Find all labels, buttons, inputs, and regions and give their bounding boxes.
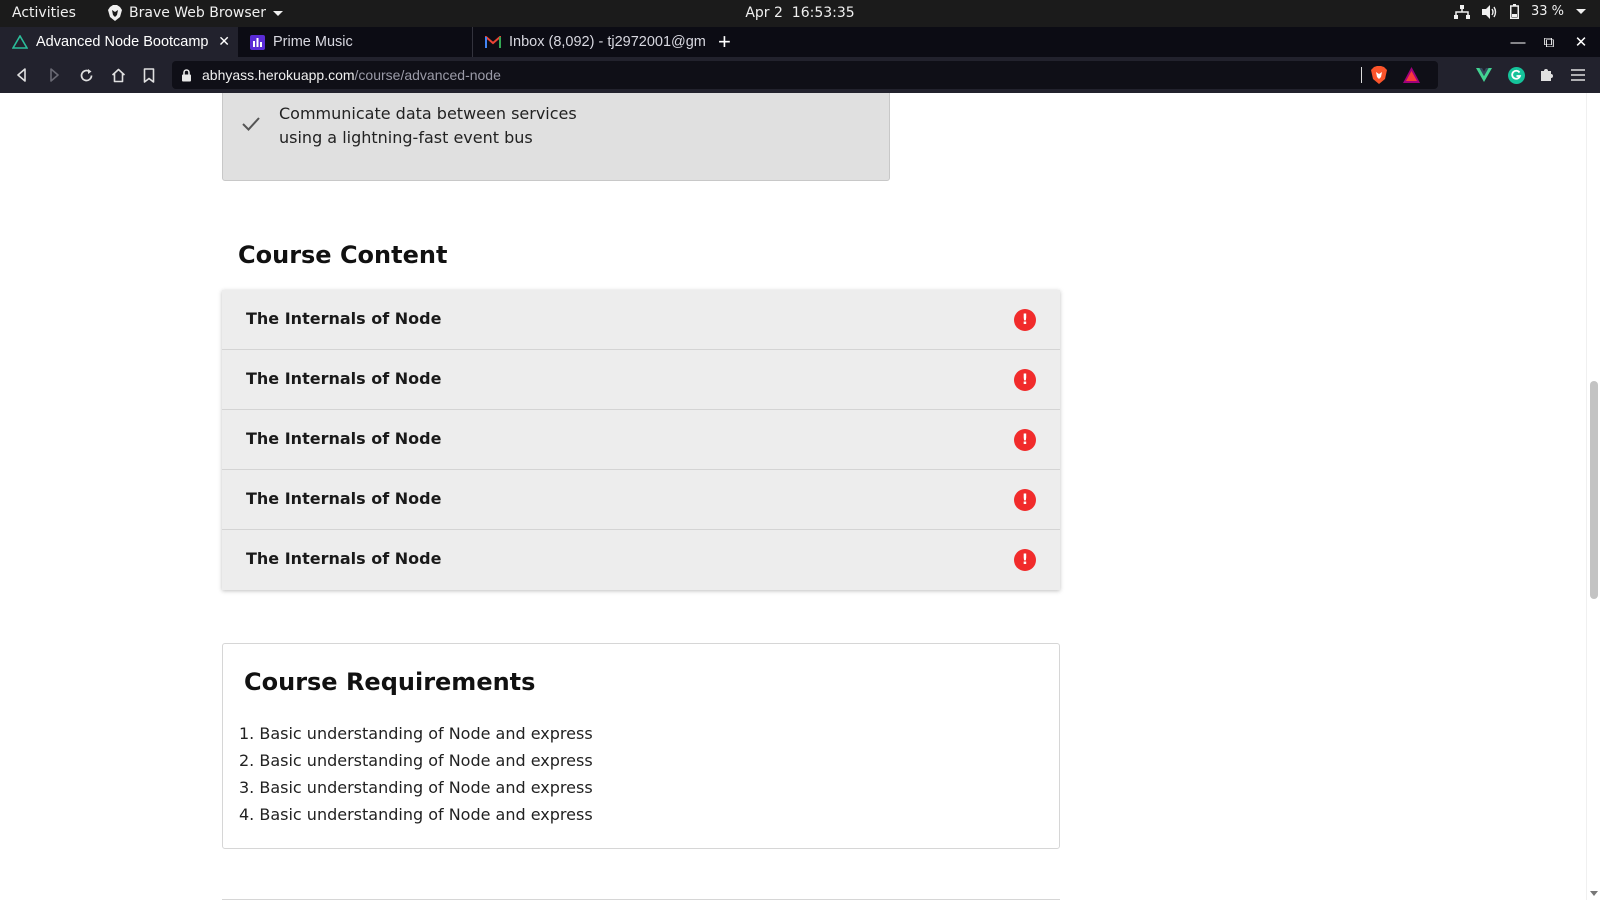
section-title: The Internals of Node — [246, 489, 442, 508]
tab-strip: Advanced Node Bootcamp ✕ Prime Music Inb… — [0, 27, 1600, 57]
alert-icon: ! — [1014, 369, 1036, 391]
tab-prime-music[interactable]: Prime Music — [238, 27, 472, 57]
what-you-learn-box: Communicate data between services using … — [222, 93, 890, 181]
course-section-row[interactable]: The Internals of Node ! — [222, 470, 1060, 530]
page-scrollbar[interactable] — [1586, 93, 1600, 900]
tab-title: Advanced Node Bootcamp — [36, 34, 209, 50]
url-divider — [1361, 67, 1362, 83]
section-title: The Internals of Node — [246, 549, 442, 568]
vue-devtools-extension[interactable] — [1473, 64, 1495, 86]
forward-button[interactable] — [43, 64, 65, 86]
requirement-item: 4. Basic understanding of Node and expre… — [239, 805, 593, 824]
course-requirements-heading: Course Requirements — [244, 668, 536, 696]
chevron-down-icon — [1576, 9, 1586, 14]
prime-music-icon — [250, 34, 265, 50]
page-viewport: Communicate data between services using … — [0, 93, 1586, 900]
checkmark-icon — [242, 117, 260, 131]
maximize-button[interactable]: ⧉ — [1533, 27, 1565, 57]
chevron-down-icon — [273, 10, 283, 16]
close-window-button[interactable]: ✕ — [1565, 27, 1597, 57]
bookmark-icon — [143, 67, 155, 83]
course-section-row[interactable]: The Internals of Node ! — [222, 350, 1060, 410]
requirements-list: 1. Basic understanding of Node and expre… — [239, 720, 593, 828]
home-icon — [111, 68, 125, 82]
system-tray[interactable]: 33 % — [1453, 4, 1586, 19]
battery-icon — [1509, 4, 1519, 19]
back-button[interactable] — [11, 64, 33, 86]
scrollbar-thumb[interactable] — [1590, 381, 1598, 599]
url-host: abhyass.herokuapp.com — [202, 67, 355, 83]
requirement-item: 2. Basic understanding of Node and expre… — [239, 751, 593, 770]
learn-item-line: using a lightning-fast event bus — [279, 128, 533, 147]
grammarly-icon — [1507, 66, 1525, 84]
course-section-row[interactable]: The Internals of Node ! — [222, 290, 1060, 350]
system-top-bar: Activities Brave Web Browser Apr 2 16:53… — [0, 0, 1600, 27]
url-path: /course/advanced-node — [354, 67, 501, 83]
reload-button[interactable] — [75, 64, 97, 86]
tab-title: Prime Music — [273, 34, 353, 50]
section-title: The Internals of Node — [246, 369, 442, 388]
app-name: Brave Web Browser — [129, 5, 266, 21]
network-icon — [1453, 4, 1470, 19]
alert-icon: ! — [1014, 429, 1036, 451]
course-section-row[interactable]: The Internals of Node ! — [222, 530, 1060, 590]
brave-rewards-icon[interactable] — [1403, 67, 1420, 83]
puzzle-icon — [1541, 69, 1553, 81]
battery-percent: 33 % — [1530, 4, 1564, 19]
brave-shields-icon[interactable] — [1371, 66, 1387, 84]
scroll-down-arrow-icon[interactable] — [1590, 891, 1598, 896]
learn-item-line: Communicate data between services — [279, 104, 577, 123]
reload-icon — [80, 68, 92, 81]
extensions-button[interactable] — [1536, 64, 1558, 86]
course-content-accordion: The Internals of Node ! The Internals of… — [222, 290, 1060, 590]
tab-advanced-node-bootcamp[interactable]: Advanced Node Bootcamp ✕ — [0, 27, 238, 57]
brave-lion-icon — [108, 5, 122, 21]
clock-time[interactable]: 16:53:35 — [792, 5, 855, 21]
bookmark-button[interactable] — [138, 64, 160, 86]
alert-icon: ! — [1014, 309, 1036, 331]
new-tab-button[interactable]: + — [718, 29, 731, 55]
close-tab-icon[interactable]: ✕ — [218, 33, 230, 50]
learn-item-text: Communicate data between services using … — [279, 102, 579, 150]
app-menu[interactable]: Brave Web Browser — [108, 5, 283, 21]
minimize-button[interactable]: — — [1502, 27, 1534, 57]
vue-logo-icon — [1476, 68, 1492, 82]
alert-icon: ! — [1014, 489, 1036, 511]
course-section-row[interactable]: The Internals of Node ! — [222, 410, 1060, 470]
hamburger-menu-icon — [1571, 69, 1585, 81]
requirement-item: 1. Basic understanding of Node and expre… — [239, 724, 593, 743]
triangle-logo-icon — [12, 35, 28, 49]
volume-icon — [1481, 4, 1497, 19]
menu-button[interactable] — [1567, 64, 1589, 86]
address-bar[interactable]: abhyass.herokuapp.com/course/advanced-no… — [172, 61, 1438, 89]
browser-toolbar: abhyass.herokuapp.com/course/advanced-no… — [0, 57, 1600, 93]
lock-icon — [182, 68, 191, 81]
back-arrow-icon — [17, 68, 26, 82]
grammarly-extension[interactable] — [1505, 64, 1527, 86]
course-requirements-card: Course Requirements 1. Basic understandi… — [222, 643, 1060, 849]
requirement-item: 3. Basic understanding of Node and expre… — [239, 778, 593, 797]
url-text: abhyass.herokuapp.com/course/advanced-no… — [202, 67, 501, 83]
activities-button[interactable]: Activities — [12, 5, 76, 21]
gmail-icon — [485, 36, 501, 48]
tab-title: Inbox (8,092) - tj2972001@gm — [509, 34, 706, 50]
section-title: The Internals of Node — [246, 309, 442, 328]
course-content-heading: Course Content — [238, 241, 448, 269]
forward-arrow-icon — [50, 68, 59, 82]
alert-icon: ! — [1014, 549, 1036, 571]
tab-gmail-inbox[interactable]: Inbox (8,092) - tj2972001@gm — [472, 27, 708, 57]
section-title: The Internals of Node — [246, 429, 442, 448]
clock-date[interactable]: Apr 2 — [745, 5, 783, 21]
home-button[interactable] — [107, 64, 129, 86]
